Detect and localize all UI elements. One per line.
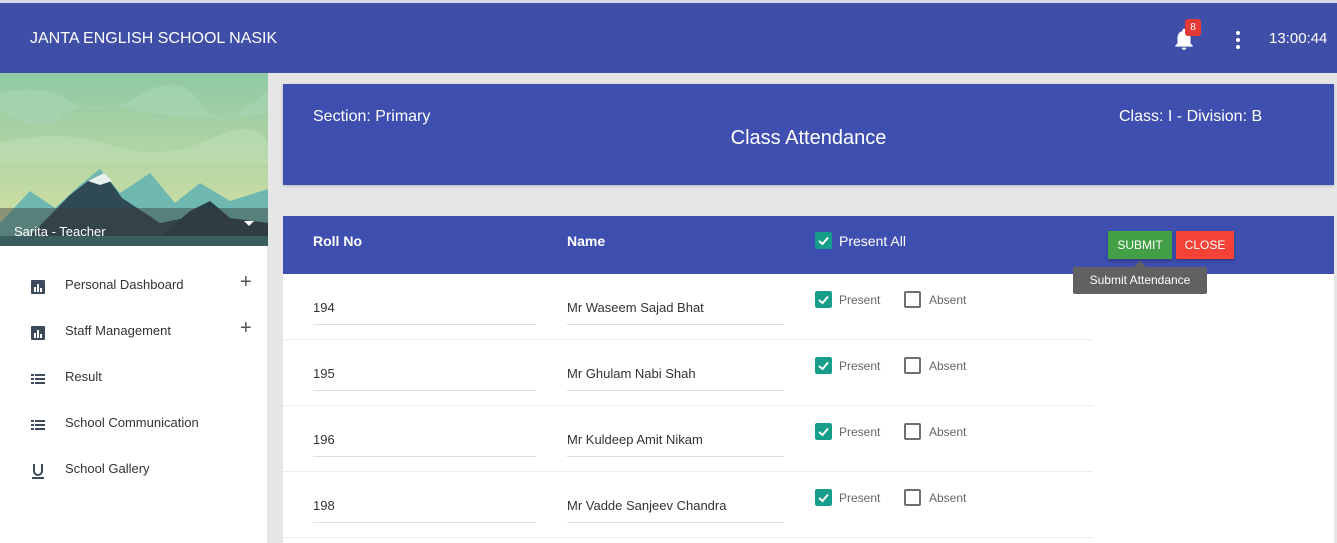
bar-chart-icon	[31, 326, 45, 340]
attendance-header-card: Section: Primary Class Attendance Class:…	[283, 84, 1334, 185]
absent-checkbox[interactable]	[904, 291, 921, 308]
present-all-label: Present All	[839, 233, 906, 249]
underline-icon	[32, 464, 44, 479]
absent-checkbox[interactable]	[904, 423, 921, 440]
sidebar-item-staff-management[interactable]: Staff Management +	[0, 313, 268, 359]
profile-user-name: Sarita - Teacher	[0, 208, 268, 246]
sidebar-item-label: School Gallery	[65, 461, 150, 476]
main-content: Section: Primary Class Attendance Class:…	[268, 73, 1337, 543]
absent-checkbox[interactable]	[904, 357, 921, 374]
app-title: JANTA ENGLISH SCHOOL NASIK	[30, 30, 278, 47]
sidebar-item-personal-dashboard[interactable]: Personal Dashboard +	[0, 267, 268, 313]
student-name: Mr Waseem Sajad Bhat	[567, 300, 784, 325]
present-checkbox[interactable]	[815, 357, 832, 374]
sidebar-item-label: Staff Management	[65, 323, 171, 338]
class-division-label: Class: I - Division: B	[1119, 108, 1263, 125]
roll-number: 198	[313, 498, 536, 523]
close-button[interactable]: CLOSE	[1176, 231, 1234, 259]
attendance-table: Roll No Name Present All SUBMIT CLOSE Su…	[283, 216, 1334, 543]
top-app-bar: JANTA ENGLISH SCHOOL NASIK 8 13:00:44	[0, 0, 1337, 73]
submit-tooltip: Submit Attendance	[1073, 261, 1207, 294]
notification-badge: 8	[1185, 19, 1201, 36]
column-header-roll: Roll No	[313, 233, 362, 249]
clock: 13:00:44	[1269, 30, 1328, 47]
student-name: Mr Kuldeep Amit Nikam	[567, 432, 784, 457]
sidebar-menu: Personal Dashboard + Staff Management + …	[0, 267, 268, 497]
expand-plus-icon[interactable]: +	[240, 271, 252, 294]
list-icon	[31, 374, 45, 384]
table-row: 198 Mr Vadde Sanjeev Chandra Present Abs…	[283, 472, 1093, 538]
present-checkbox[interactable]	[815, 423, 832, 440]
table-row: 194 Mr Waseem Sajad Bhat Present Absent	[283, 274, 1093, 340]
present-checkbox[interactable]	[815, 489, 832, 506]
absent-label: Absent	[929, 425, 967, 439]
absent-checkbox[interactable]	[904, 489, 921, 506]
sidebar-item-school-communication[interactable]: School Communication	[0, 405, 268, 451]
roll-number: 194	[313, 300, 536, 325]
section-label: Section: Primary	[313, 108, 431, 125]
present-label: Present	[839, 359, 881, 373]
roll-number: 196	[313, 432, 536, 457]
caret-down-icon[interactable]	[244, 221, 254, 226]
sidebar-item-label: School Communication	[65, 415, 199, 430]
page-title: Class Attendance	[730, 127, 887, 149]
present-label: Present	[839, 425, 881, 439]
table-row: 195 Mr Ghulam Nabi Shah Present Absent	[283, 340, 1093, 406]
student-name: Mr Vadde Sanjeev Chandra	[567, 498, 784, 523]
absent-label: Absent	[929, 359, 967, 373]
expand-plus-icon[interactable]: +	[240, 317, 252, 340]
student-name: Mr Ghulam Nabi Shah	[567, 366, 784, 391]
sidebar-item-school-gallery[interactable]: School Gallery	[0, 451, 268, 497]
present-label: Present	[839, 293, 881, 307]
absent-label: Absent	[929, 491, 967, 505]
sidebar-item-label: Result	[65, 369, 102, 384]
submit-button[interactable]: SUBMIT	[1108, 231, 1172, 259]
sidebar-item-label: Personal Dashboard	[65, 277, 184, 292]
profile-banner: Sarita - Teacher	[0, 73, 268, 246]
present-checkbox[interactable]	[815, 291, 832, 308]
sidebar-item-result[interactable]: Result	[0, 359, 268, 405]
sidebar: Sarita - Teacher Personal Dashboard + St…	[0, 73, 268, 543]
table-header: Roll No Name Present All SUBMIT CLOSE	[283, 216, 1334, 274]
bar-chart-icon	[31, 280, 45, 294]
list-icon	[31, 420, 45, 430]
column-header-name: Name	[567, 233, 606, 249]
more-vert-icon[interactable]	[1229, 29, 1247, 51]
table-row: 196 Mr Kuldeep Amit Nikam Present Absent	[283, 406, 1093, 472]
present-label: Present	[839, 491, 881, 505]
roll-number: 195	[313, 366, 536, 391]
absent-label: Absent	[929, 293, 967, 307]
present-all-checkbox[interactable]	[815, 232, 832, 249]
